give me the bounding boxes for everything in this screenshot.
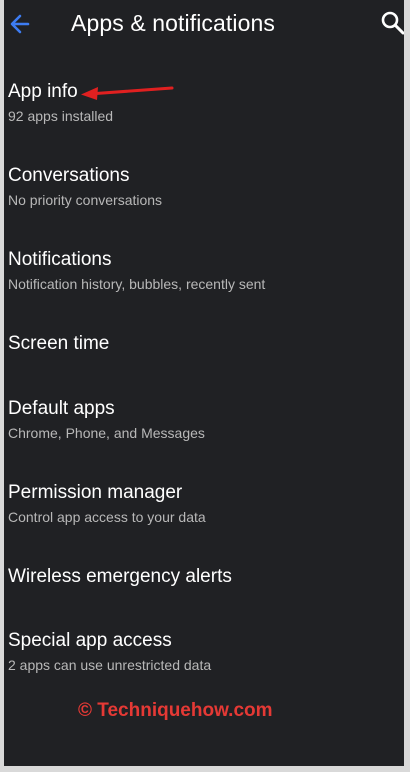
settings-item-label: Permission manager [8,482,183,503]
settings-screen: Apps & notifications App info 92 apps in… [4,0,404,766]
settings-item-summary: Notification history, bubbles, recently … [8,276,266,292]
arrow-left-icon [10,14,30,34]
search-button[interactable] [380,10,404,36]
settings-item-label: Screen time [8,333,110,354]
back-button[interactable] [6,10,34,38]
page-title: Apps & notifications [71,10,276,36]
settings-item-summary: 2 apps can use unrestricted data [8,657,212,673]
settings-item-notifications[interactable]: Notifications Notification history, bubb… [4,249,404,319]
settings-item-default-apps[interactable]: Default apps Chrome, Phone, and Messages [4,398,404,468]
settings-item-summary: Control app access to your data [8,509,206,525]
app-bar: Apps & notifications [4,0,404,52]
settings-item-summary: Chrome, Phone, and Messages [8,425,205,441]
settings-item-special-app-access[interactable]: Special app access 2 apps can use unrest… [4,630,404,700]
settings-item-label: Notifications [8,249,112,270]
settings-item-permission-manager[interactable]: Permission manager Control app access to… [4,482,404,552]
settings-item-label: App info [8,81,78,102]
watermark: © Techniquehow.com [78,700,273,721]
settings-item-conversations[interactable]: Conversations No priority conversations [4,165,404,235]
settings-item-label: Conversations [8,165,130,186]
settings-item-label: Special app access [8,630,172,651]
settings-item-label: Wireless emergency alerts [8,566,232,587]
search-icon [381,11,404,35]
settings-item-summary: No priority conversations [8,192,163,208]
settings-item-wireless-emergency-alerts[interactable]: Wireless emergency alerts [4,566,404,636]
settings-item-summary: 92 apps installed [8,108,114,124]
settings-item-screen-time[interactable]: Screen time [4,333,404,403]
settings-item-app-info[interactable]: App info 92 apps installed [4,81,404,151]
red-arrow-annotation [81,86,174,100]
settings-item-label: Default apps [8,398,115,419]
